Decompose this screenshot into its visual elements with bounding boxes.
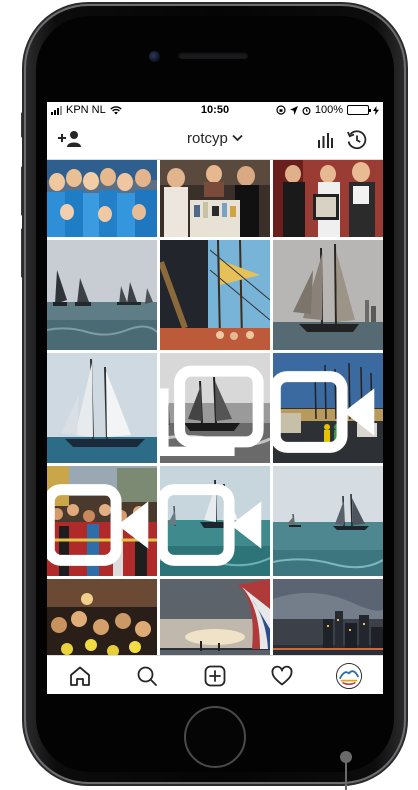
- orientation-lock-icon: [276, 105, 286, 115]
- video-icon: [273, 371, 375, 453]
- grid-post[interactable]: [273, 240, 383, 350]
- insights-button[interactable]: [314, 129, 336, 151]
- video-icon: [47, 484, 149, 566]
- grid-post[interactable]: [273, 466, 383, 576]
- location-icon: [289, 105, 298, 115]
- earpiece-speaker: [178, 52, 248, 59]
- alarm-icon: [302, 106, 311, 115]
- charging-icon: [373, 105, 379, 115]
- grid-post[interactable]: [273, 353, 383, 463]
- heart-icon: [271, 665, 293, 686]
- post-thumbnail: [160, 240, 270, 350]
- grid-post[interactable]: [160, 353, 270, 463]
- add-post-icon: [204, 665, 226, 687]
- battery-percent: 100%: [314, 104, 343, 116]
- profile-avatar: [337, 664, 361, 688]
- archive-icon: [346, 130, 367, 150]
- post-thumbnail: [273, 240, 383, 350]
- pointer-marker-line: [345, 762, 347, 790]
- grid-post[interactable]: [47, 353, 157, 463]
- post-thumbnail: [47, 240, 157, 350]
- post-thumbnail: [160, 160, 270, 237]
- tab-profile[interactable]: [336, 663, 362, 689]
- grid-post[interactable]: [273, 160, 383, 237]
- grid-post[interactable]: [47, 466, 157, 576]
- tab-activity[interactable]: [270, 664, 294, 688]
- status-bar: KPN NL 10:50 100%: [47, 102, 383, 120]
- video-icon: [160, 484, 262, 566]
- tab-new-post[interactable]: [203, 664, 227, 688]
- post-thumbnail: [47, 160, 157, 237]
- front-camera: [149, 51, 160, 62]
- bottom-tab-bar: [47, 655, 383, 694]
- tab-home[interactable]: [68, 664, 92, 688]
- chevron-down-icon: [232, 134, 243, 142]
- home-icon: [70, 666, 90, 686]
- post-thumbnail: [273, 466, 383, 576]
- home-button[interactable]: [184, 706, 246, 768]
- grid-post[interactable]: [47, 240, 157, 350]
- album-icon: [160, 365, 264, 456]
- post-thumbnail: [273, 160, 383, 237]
- grid-post[interactable]: [160, 240, 270, 350]
- search-icon: [137, 666, 157, 686]
- grid-post[interactable]: [160, 160, 270, 237]
- battery-icon: [347, 105, 371, 115]
- archive-button[interactable]: [345, 128, 369, 152]
- grid-post[interactable]: [160, 466, 270, 576]
- post-thumbnail: [47, 353, 157, 463]
- posts-grid: [47, 160, 383, 689]
- profile-header: rotcyp: [47, 120, 383, 160]
- tab-search[interactable]: [135, 664, 159, 688]
- app-screen: KPN NL 10:50 100% rotcyp: [47, 102, 383, 694]
- insights-icon: [318, 133, 333, 148]
- username-label: rotcyp: [186, 130, 228, 147]
- grid-post[interactable]: [47, 160, 157, 237]
